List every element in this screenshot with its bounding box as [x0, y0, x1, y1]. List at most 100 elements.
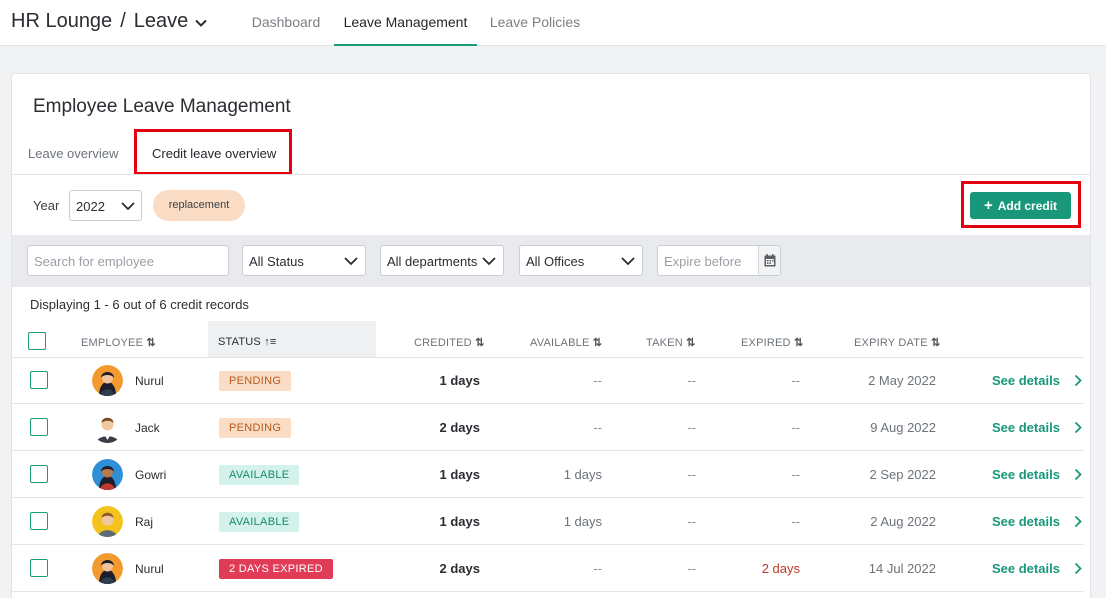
expired-cell: -- [791, 420, 800, 435]
employee-name[interactable]: Nurul [135, 374, 164, 388]
leave-type-chip[interactable]: replacement [153, 190, 245, 221]
header-credited[interactable]: CREDITED ⇅ [414, 336, 485, 349]
header-status[interactable]: STATUS ↑≡ [218, 336, 277, 348]
year-select[interactable]: 2022 [69, 190, 142, 221]
avatar [92, 412, 123, 443]
department-filter-select[interactable]: All departments [380, 245, 504, 276]
taken-cell: -- [687, 514, 696, 529]
table-row: Nurul PENDING 1 days -- -- -- 2 May 2022… [12, 357, 1084, 404]
calendar-icon [764, 254, 776, 267]
sort-icon: ⇅ [475, 337, 485, 349]
highlight-box-credit-tab [134, 129, 292, 175]
tab-dashboard[interactable]: Dashboard [244, 0, 328, 46]
employee-name[interactable]: Nurul [135, 562, 164, 576]
row-checkbox[interactable] [30, 512, 48, 530]
chevron-down-icon [482, 257, 496, 266]
header-employee[interactable]: EMPLOYEE ⇅ [81, 336, 156, 349]
expire-before-input[interactable]: Expire before [657, 245, 781, 276]
filter-bar: Search for employee All Status All depar… [12, 235, 1090, 287]
year-label: Year [33, 198, 60, 213]
available-cell: -- [593, 561, 602, 576]
header-taken[interactable]: TAKEN ⇅ [646, 336, 696, 349]
status-filter-value: All Status [249, 254, 304, 269]
row-checkbox[interactable] [30, 559, 48, 577]
chevron-down-icon [344, 257, 358, 266]
status-badge: PENDING [219, 418, 292, 438]
available-cell: -- [593, 420, 602, 435]
year-value: 2022 [76, 199, 105, 214]
expiry-date-cell: 14 Jul 2022 [868, 561, 936, 576]
tab-leave-management[interactable]: Leave Management [334, 0, 477, 46]
subtab-leave-overview[interactable]: Leave overview [28, 146, 118, 161]
credited-cell: 1 days [439, 514, 480, 529]
search-input[interactable]: Search for employee [27, 245, 229, 276]
employee-name[interactable]: Jack [135, 421, 160, 435]
status-badge: AVAILABLE [219, 512, 300, 532]
see-details-link[interactable]: See details [992, 467, 1082, 482]
row-checkbox[interactable] [30, 371, 48, 389]
chevron-down-icon [621, 257, 635, 266]
status-filter-select[interactable]: All Status [242, 245, 366, 276]
see-details-label: See details [992, 514, 1060, 529]
top-bar: HR Lounge / Leave Dashboard Leave Manageme… [0, 0, 1106, 46]
see-details-label: See details [992, 561, 1060, 576]
table-row: Gowri AVAILABLE 1 days 1 days -- -- 2 Se… [12, 451, 1084, 498]
employee-name[interactable]: Gowri [135, 468, 166, 482]
department-filter-value: All departments [387, 254, 478, 269]
tab-leave-policies[interactable]: Leave Policies [484, 0, 586, 46]
header-employee-label: EMPLOYEE [81, 337, 144, 349]
brand-name[interactable]: HR Lounge [11, 10, 112, 32]
avatar [92, 459, 123, 490]
taken-cell: -- [687, 420, 696, 435]
expiry-date-cell: 2 May 2022 [868, 373, 936, 388]
sort-icon: ⇅ [686, 337, 696, 349]
sort-icon: ⇅ [931, 337, 941, 349]
see-details-link[interactable]: See details [992, 420, 1082, 435]
plus-icon: + [983, 197, 993, 214]
avatar [92, 365, 123, 396]
header-taken-label: TAKEN [646, 337, 683, 349]
header-expired[interactable]: EXPIRED ⇅ [741, 336, 803, 349]
page-title: Employee Leave Management [33, 96, 291, 117]
see-details-label: See details [992, 467, 1060, 482]
row-checkbox[interactable] [30, 465, 48, 483]
chevron-down-icon[interactable] [193, 15, 209, 31]
expired-cell: -- [791, 373, 800, 388]
divider [12, 174, 1090, 175]
credited-cell: 1 days [439, 373, 480, 388]
see-details-link[interactable]: See details [992, 373, 1082, 388]
table-row: Jack PENDING 2 days -- -- -- 9 Aug 2022 … [12, 404, 1084, 451]
select-all-checkbox[interactable] [28, 332, 46, 350]
header-expiry-date[interactable]: EXPIRY DATE ⇅ [854, 336, 940, 349]
expiry-date-cell: 2 Aug 2022 [870, 514, 936, 529]
see-details-label: See details [992, 373, 1060, 388]
available-cell: 1 days [563, 514, 602, 529]
records-summary: Displaying 1 - 6 out of 6 credit records [30, 297, 249, 312]
credited-cell: 1 days [439, 467, 480, 482]
expire-before-placeholder: Expire before [664, 254, 742, 269]
module-name[interactable]: Leave [134, 10, 189, 32]
status-badge: PENDING [219, 371, 292, 391]
status-badge: 2 DAYS EXPIRED [219, 559, 333, 579]
table-row: Raj AVAILABLE 1 days 1 days -- -- 2 Aug … [12, 498, 1084, 545]
add-credit-button[interactable]: + Add credit [970, 192, 1071, 219]
row-checkbox[interactable] [30, 418, 48, 436]
office-filter-select[interactable]: All Offices [519, 245, 643, 276]
chevron-right-icon [1074, 515, 1082, 528]
header-status-label: STATUS [218, 336, 261, 348]
breadcrumb-separator: / [120, 10, 126, 32]
sort-icon: ⇅ [592, 337, 603, 349]
header-expired-label: EXPIRED [741, 337, 791, 349]
calendar-button[interactable] [758, 246, 780, 275]
see-details-link[interactable]: See details [992, 561, 1082, 576]
see-details-link[interactable]: See details [992, 514, 1082, 529]
avatar [92, 553, 123, 584]
header-available[interactable]: AVAILABLE ⇅ [530, 336, 602, 349]
expired-cell: 2 days [761, 561, 800, 576]
employee-name[interactable]: Raj [135, 515, 153, 529]
leave-management-card: Employee Leave Management Leave overview… [11, 73, 1091, 598]
credited-cell: 2 days [439, 561, 480, 576]
available-cell: 1 days [563, 467, 602, 482]
expired-cell: -- [791, 514, 800, 529]
sort-icon: ⇅ [793, 337, 804, 349]
